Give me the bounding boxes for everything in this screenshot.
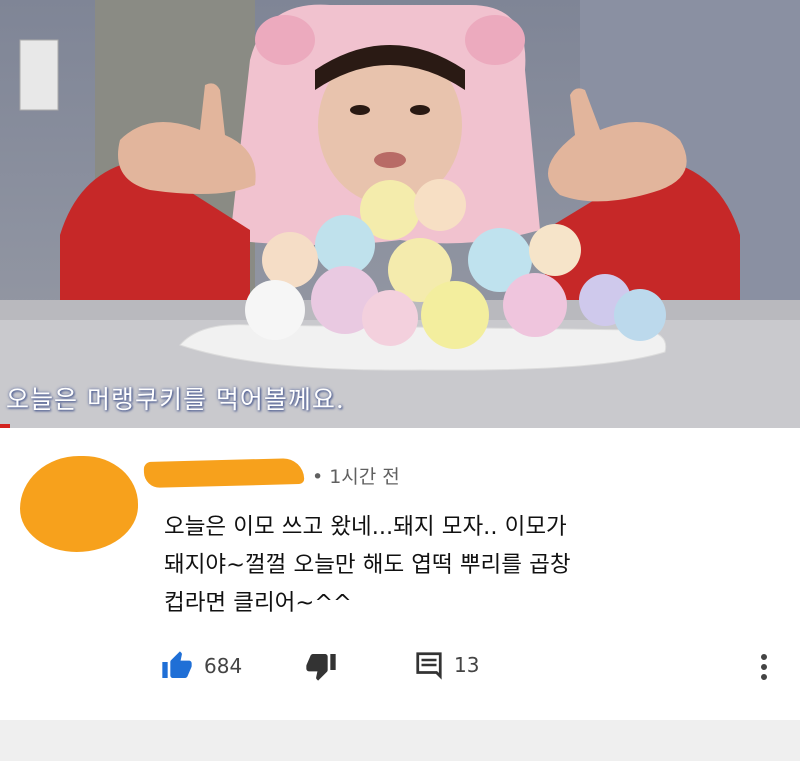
video-frame[interactable]: 오늘은 머랭쿠키를 먹어볼께요. bbox=[0, 0, 800, 428]
more-options-icon bbox=[761, 654, 767, 680]
thumbs-up-icon bbox=[162, 651, 192, 678]
avatar-redacted[interactable] bbox=[20, 456, 138, 552]
comment-text-line: 돼지야~껄껄 오늘만 해도 엽떡 뿌리를 곱창 bbox=[164, 552, 571, 578]
username-redacted[interactable] bbox=[143, 457, 305, 489]
comment-text: 오늘은 이모 쓰고 왔네...돼지 모자.. 이모가 돼지야~껄껄 오늘만 해도… bbox=[164, 508, 744, 622]
comment-actions: 684 13 bbox=[0, 646, 800, 696]
comment-meta: • 1시간 전 bbox=[308, 462, 400, 489]
more-options-button[interactable] bbox=[752, 650, 776, 684]
thumbs-down-icon bbox=[306, 654, 336, 681]
page-bottom-background bbox=[0, 720, 800, 761]
reply-button[interactable]: 13 bbox=[414, 650, 479, 680]
comment-text-line: 오늘은 이모 쓰고 왔네...돼지 모자.. 이모가 bbox=[164, 514, 567, 540]
dislike-button[interactable] bbox=[304, 650, 338, 682]
like-button[interactable]: 684 bbox=[160, 650, 242, 682]
like-count: 684 bbox=[204, 654, 243, 678]
video-thumbnail-image bbox=[0, 0, 800, 428]
comment-time: 1시간 전 bbox=[329, 466, 400, 488]
reply-icon bbox=[416, 652, 442, 680]
comment-text-line: 컵라면 클리어~^^ bbox=[164, 590, 352, 616]
meta-separator: • bbox=[312, 466, 324, 488]
comment-card: • 1시간 전 오늘은 이모 쓰고 왔네...돼지 모자.. 이모가 돼지야~껄껄… bbox=[0, 428, 800, 720]
reply-count: 13 bbox=[454, 653, 480, 677]
video-subtitle: 오늘은 머랭쿠키를 먹어볼께요. bbox=[6, 385, 345, 414]
